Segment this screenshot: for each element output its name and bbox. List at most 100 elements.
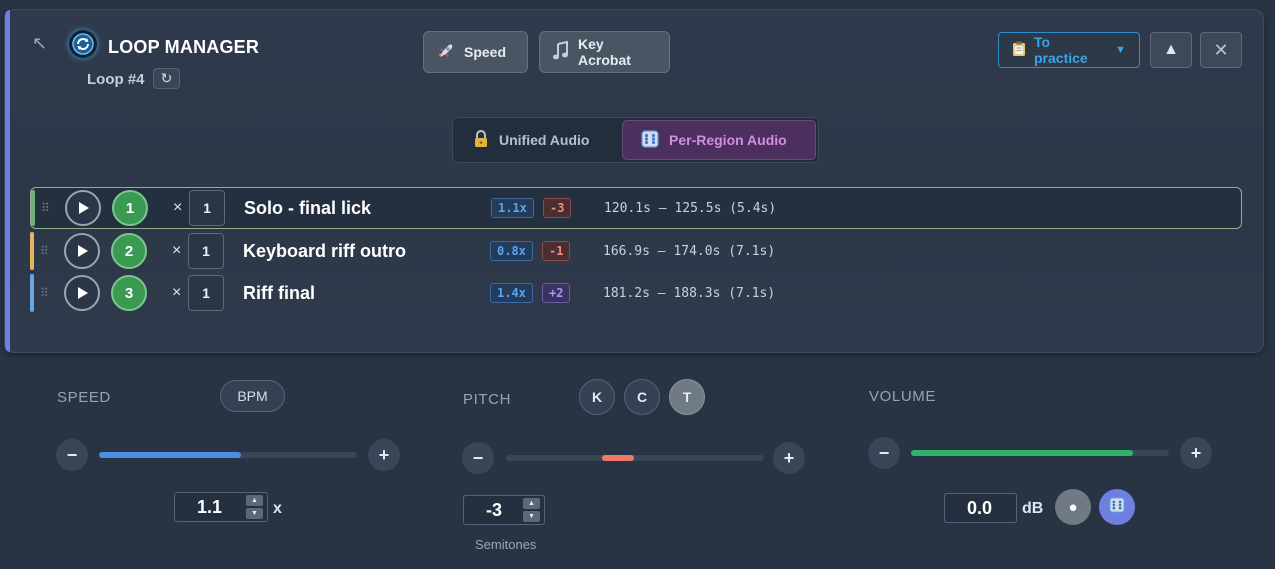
audio-mode-toggle: Unified Audio Per-Region Audio bbox=[452, 117, 819, 163]
speed-mode-button[interactable]: Speed bbox=[423, 31, 528, 73]
speed-slider[interactable] bbox=[99, 452, 357, 458]
spinner-down-icon[interactable]: ▼ bbox=[246, 508, 263, 519]
volume-per-region-button[interactable] bbox=[1099, 489, 1135, 525]
key-acrobat-button[interactable]: Key Acrobat bbox=[539, 31, 670, 73]
volume-slider[interactable] bbox=[911, 450, 1169, 456]
speed-unit: x bbox=[273, 500, 282, 517]
play-button[interactable] bbox=[65, 190, 101, 226]
spinner-up-icon[interactable]: ▲ bbox=[523, 498, 540, 509]
loop-row[interactable]: ⠿ 1 × 1 Solo - final lick 1.1x -3 120.1s… bbox=[30, 187, 1242, 229]
play-icon bbox=[78, 245, 88, 257]
volume-value-input[interactable]: 0.0 bbox=[944, 493, 1017, 523]
repeat-times-symbol: × bbox=[173, 199, 183, 216]
volume-label: VOLUME bbox=[869, 388, 936, 405]
close-icon: ✕ bbox=[1213, 39, 1229, 60]
loop-color-stripe bbox=[30, 274, 34, 312]
speed-value: 1.1 bbox=[197, 496, 223, 517]
spinner-up-icon[interactable]: ▲ bbox=[246, 495, 263, 506]
refresh-loop-button[interactable]: ↻ bbox=[153, 68, 180, 89]
repeat-count-input[interactable]: 1 bbox=[189, 190, 225, 226]
loop-speed-chip: 1.1x bbox=[491, 198, 534, 218]
music-note-icon bbox=[552, 40, 570, 64]
lock-icon bbox=[473, 129, 489, 151]
close-button[interactable]: ✕ bbox=[1200, 32, 1242, 68]
clipboard-icon bbox=[1012, 41, 1026, 60]
speed-increase-button[interactable]: + bbox=[368, 439, 400, 471]
pitch-value-input[interactable]: -3 ▲ ▼ bbox=[463, 495, 545, 525]
loop-number-label: Loop #4 bbox=[87, 71, 145, 88]
loop-name[interactable]: Riff final bbox=[243, 283, 315, 304]
loop-time-range: 181.2s – 188.3s (7.1s) bbox=[603, 285, 776, 301]
loop-sync-icon bbox=[69, 30, 97, 58]
play-button[interactable] bbox=[64, 233, 100, 269]
pitch-label: PITCH bbox=[463, 391, 511, 408]
dice-icon bbox=[1109, 497, 1125, 517]
volume-unit: dB bbox=[1022, 500, 1044, 517]
loop-speed-chip: 0.8x bbox=[490, 241, 533, 261]
pitch-decrease-button[interactable]: − bbox=[462, 442, 494, 474]
speed-value-input[interactable]: 1.1 ▲ ▼ bbox=[174, 492, 268, 522]
pitch-key-c-button[interactable]: C bbox=[624, 379, 660, 415]
loop-time-range: 166.9s – 174.0s (7.1s) bbox=[603, 243, 776, 259]
speed-slider-fill bbox=[99, 452, 241, 458]
loop-pitch-chip: -3 bbox=[543, 198, 572, 218]
triangle-up-icon: ▲ bbox=[1163, 41, 1179, 58]
loop-row[interactable]: ⠿ 2 × 1 Keyboard riff outro 0.8x -1 166.… bbox=[30, 230, 1242, 272]
volume-slider-fill bbox=[911, 450, 1133, 456]
bpm-button[interactable]: BPM bbox=[220, 380, 285, 412]
volume-increase-button[interactable]: + bbox=[1180, 437, 1212, 469]
loop-row[interactable]: ⠿ 3 × 1 Riff final 1.4x +2 181.2s – 188.… bbox=[30, 272, 1242, 314]
collapse-arrow-icon[interactable]: ↖ bbox=[32, 33, 47, 54]
drag-handle-icon[interactable]: ⠿ bbox=[40, 244, 49, 258]
dice-icon bbox=[641, 129, 659, 151]
speed-spinner[interactable]: ▲ ▼ bbox=[246, 495, 263, 519]
pitch-value: -3 bbox=[486, 499, 503, 520]
volume-value: 0.0 bbox=[967, 497, 993, 518]
spinner-down-icon[interactable]: ▼ bbox=[523, 511, 540, 522]
loop-pitch-chip: -1 bbox=[542, 241, 571, 261]
rocket-icon bbox=[436, 41, 456, 64]
unified-audio-option[interactable]: Unified Audio bbox=[455, 120, 607, 160]
pitch-slider-fill bbox=[602, 455, 634, 461]
loop-time-range: 120.1s – 125.5s (5.4s) bbox=[604, 200, 777, 216]
play-button[interactable] bbox=[64, 275, 100, 311]
loop-pitch-chip: +2 bbox=[542, 283, 571, 303]
loop-index-badge: 3 bbox=[111, 275, 147, 311]
volume-decrease-button[interactable]: − bbox=[868, 437, 900, 469]
to-practice-dropdown[interactable]: To practice ▼ bbox=[998, 32, 1140, 68]
volume-record-button[interactable]: ● bbox=[1055, 489, 1091, 525]
repeat-times-symbol: × bbox=[172, 284, 182, 301]
loop-index-badge: 1 bbox=[112, 190, 148, 226]
collapse-up-button[interactable]: ▲ bbox=[1150, 32, 1192, 68]
loop-color-stripe bbox=[31, 190, 35, 226]
speed-decrease-button[interactable]: − bbox=[56, 439, 88, 471]
dot-icon: ● bbox=[1068, 498, 1078, 516]
key-acrobat-label: Key Acrobat bbox=[578, 36, 631, 68]
repeat-count-input[interactable]: 1 bbox=[188, 233, 224, 269]
loop-speed-chip: 1.4x bbox=[490, 283, 533, 303]
to-practice-label: To practice bbox=[1034, 34, 1088, 66]
play-icon bbox=[78, 287, 88, 299]
pitch-slider[interactable] bbox=[506, 455, 764, 461]
per-region-audio-label: Per-Region Audio bbox=[669, 132, 787, 148]
page-title: LOOP MANAGER bbox=[108, 37, 260, 57]
speed-label: SPEED bbox=[57, 389, 111, 406]
repeat-times-symbol: × bbox=[172, 242, 182, 259]
pitch-spinner[interactable]: ▲ ▼ bbox=[523, 498, 540, 522]
pitch-key-k-button[interactable]: K bbox=[579, 379, 615, 415]
pitch-increase-button[interactable]: + bbox=[773, 442, 805, 474]
drag-handle-icon[interactable]: ⠿ bbox=[41, 201, 50, 215]
loop-name[interactable]: Solo - final lick bbox=[244, 198, 371, 219]
loop-color-stripe bbox=[30, 232, 34, 270]
repeat-count-input[interactable]: 1 bbox=[188, 275, 224, 311]
unified-audio-label: Unified Audio bbox=[499, 132, 590, 148]
chevron-down-icon: ▼ bbox=[1115, 44, 1126, 56]
loop-name[interactable]: Keyboard riff outro bbox=[243, 241, 406, 262]
loop-index-badge: 2 bbox=[111, 233, 147, 269]
pitch-key-t-button[interactable]: T bbox=[669, 379, 705, 415]
drag-handle-icon[interactable]: ⠿ bbox=[40, 286, 49, 300]
per-region-audio-option[interactable]: Per-Region Audio bbox=[622, 120, 816, 160]
panel-accent-bar bbox=[5, 10, 10, 352]
speed-mode-label: Speed bbox=[464, 44, 507, 60]
semitones-caption: Semitones bbox=[475, 537, 537, 552]
